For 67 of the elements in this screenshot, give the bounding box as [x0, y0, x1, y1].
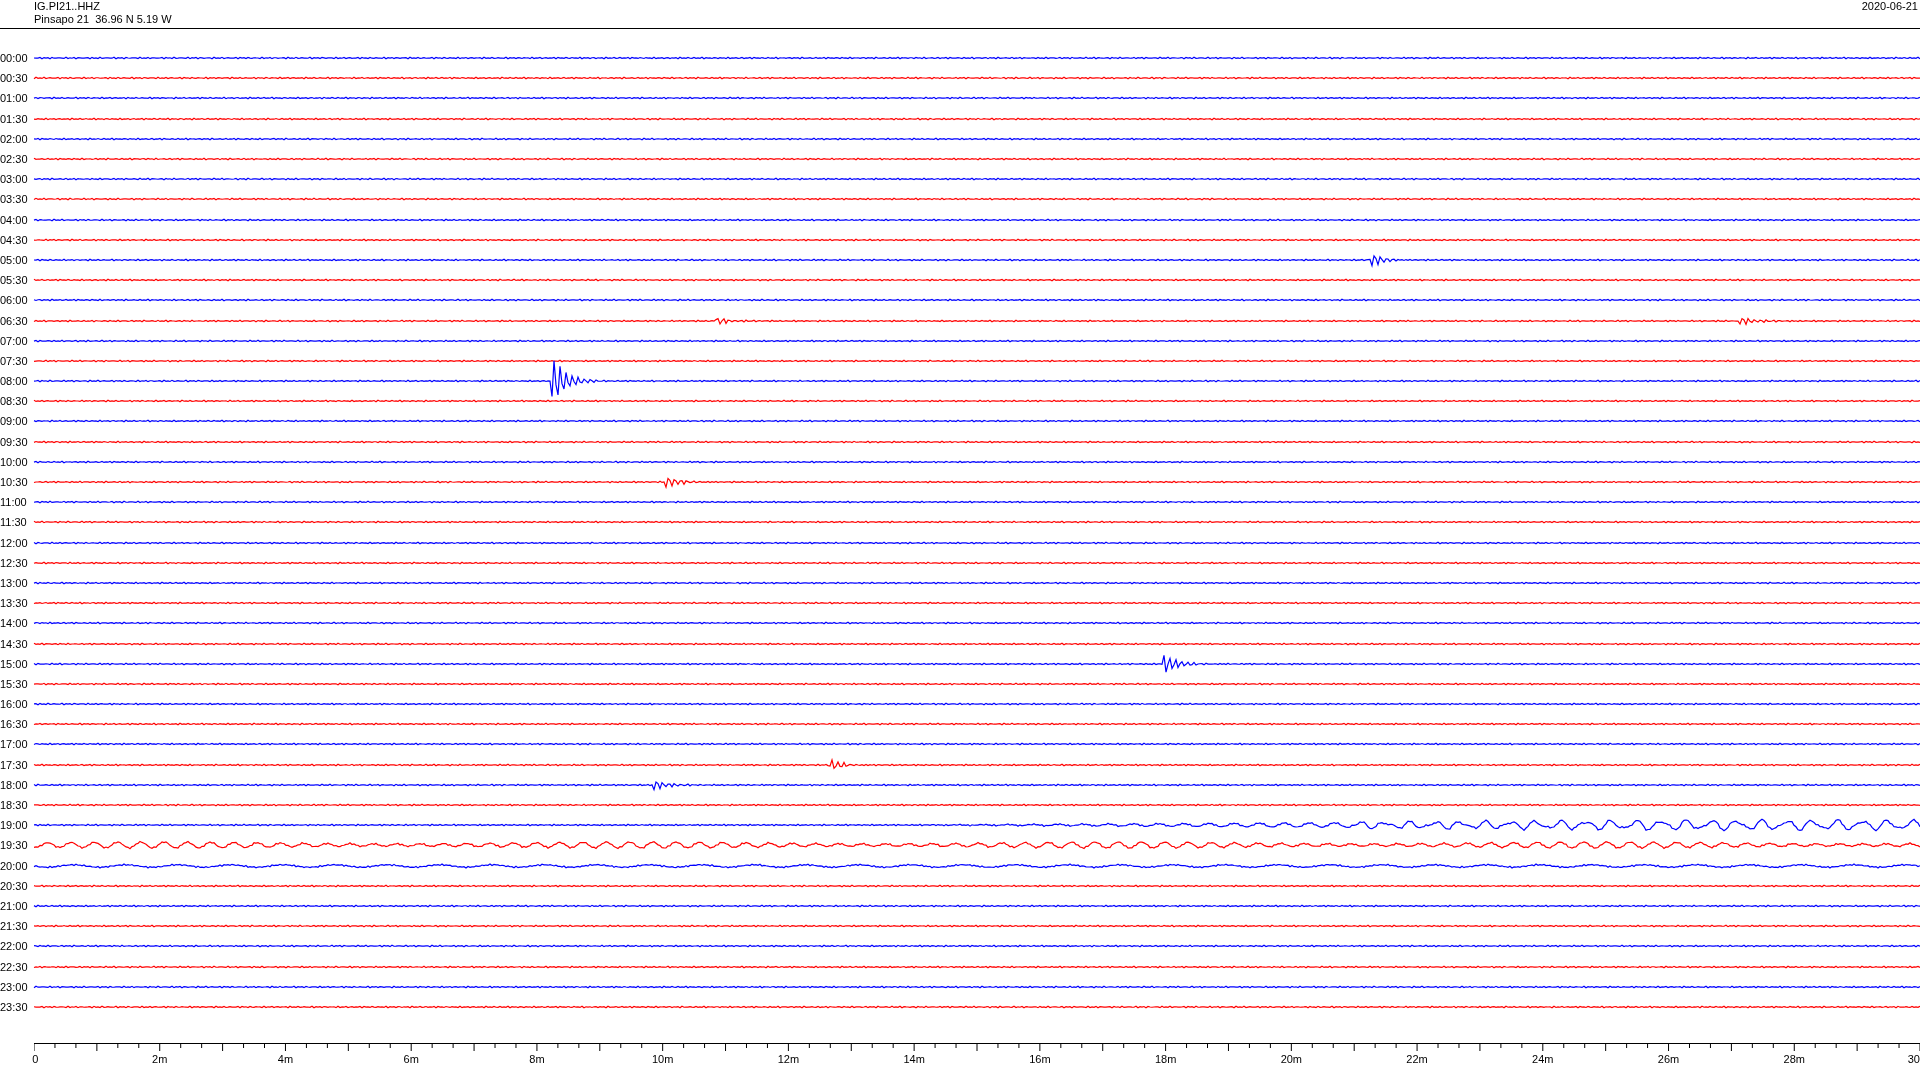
station-code: IG.PI21..HHZ: [34, 0, 102, 13]
time-label: 00:00: [0, 52, 29, 65]
time-label: 13:30: [0, 597, 29, 610]
time-label: 11:00: [0, 496, 28, 509]
time-label: 17:00: [0, 738, 29, 751]
axis-label: 18m: [1154, 1053, 1177, 1065]
time-label: 16:00: [0, 698, 29, 711]
time-label: 07:30: [0, 354, 29, 367]
axis-label: 20m: [1280, 1053, 1303, 1065]
time-label: 17:30: [0, 758, 29, 771]
time-label: 18:30: [0, 799, 29, 812]
time-label: 19:30: [0, 839, 29, 852]
axis-label: 0: [32, 1053, 39, 1065]
axis-label: 12m: [777, 1053, 800, 1065]
time-label: 00:30: [0, 72, 29, 85]
time-label: 14:30: [0, 637, 29, 650]
time-label: 05:00: [0, 253, 29, 266]
time-label: 12:00: [0, 536, 29, 549]
time-label: 10:30: [0, 476, 29, 489]
axis-label: 10m: [651, 1053, 674, 1065]
time-label: 23:00: [0, 980, 29, 993]
time-label: 22:00: [0, 940, 29, 953]
time-label: 15:00: [0, 657, 29, 670]
time-label: 23:30: [0, 1000, 29, 1013]
time-label: 22:30: [0, 960, 29, 973]
time-label: 06:30: [0, 314, 29, 327]
time-label: 11:30: [0, 516, 28, 529]
axis-label: 6m: [403, 1053, 419, 1065]
station-location: Pinsapo 21 36.96 N 5.19 W: [34, 13, 172, 26]
time-label: 19:00: [0, 819, 29, 832]
axis-label: 4m: [277, 1053, 294, 1065]
axis-label: 26m: [1657, 1053, 1680, 1065]
time-label: 03:30: [0, 193, 29, 206]
time-label: 03:00: [0, 173, 29, 186]
time-label: 02:00: [0, 132, 29, 145]
time-label: 13:00: [0, 576, 29, 589]
axis-label: 2m: [152, 1053, 168, 1065]
time-label: 20:30: [0, 879, 29, 892]
time-label: 18:00: [0, 778, 29, 791]
time-label: 12:30: [0, 556, 29, 569]
time-label: 20:00: [0, 859, 29, 872]
time-label: 15:30: [0, 677, 29, 690]
axis-label: 30: [1907, 1053, 1920, 1065]
time-label: 08:00: [0, 375, 29, 388]
time-label: 10:00: [0, 455, 29, 468]
time-label: 06:00: [0, 294, 29, 307]
axis-label: 8m: [529, 1053, 545, 1065]
time-label: 01:00: [0, 92, 29, 105]
time-label: 05:30: [0, 274, 29, 287]
time-label: 16:30: [0, 718, 29, 731]
axis-label: 14m: [903, 1053, 925, 1065]
time-label: 07:00: [0, 334, 29, 347]
time-label: 02:30: [0, 153, 29, 166]
time-label: 09:30: [0, 435, 29, 448]
time-label: 21:00: [0, 899, 29, 912]
time-label: 09:00: [0, 415, 29, 428]
plot-date: 2020-06-21: [1861, 0, 1918, 14]
axis-label: 28m: [1783, 1053, 1805, 1065]
time-label: 01:30: [0, 112, 29, 125]
axis-label: 24m: [1532, 1053, 1554, 1065]
axis-label: 22m: [1406, 1053, 1428, 1065]
axis-label: 16m: [1029, 1053, 1051, 1065]
time-label: 04:00: [0, 213, 29, 226]
time-label: 14:00: [0, 617, 29, 630]
time-label: 21:30: [0, 920, 29, 933]
time-label: 08:30: [0, 395, 29, 408]
time-label: 04:30: [0, 233, 29, 246]
